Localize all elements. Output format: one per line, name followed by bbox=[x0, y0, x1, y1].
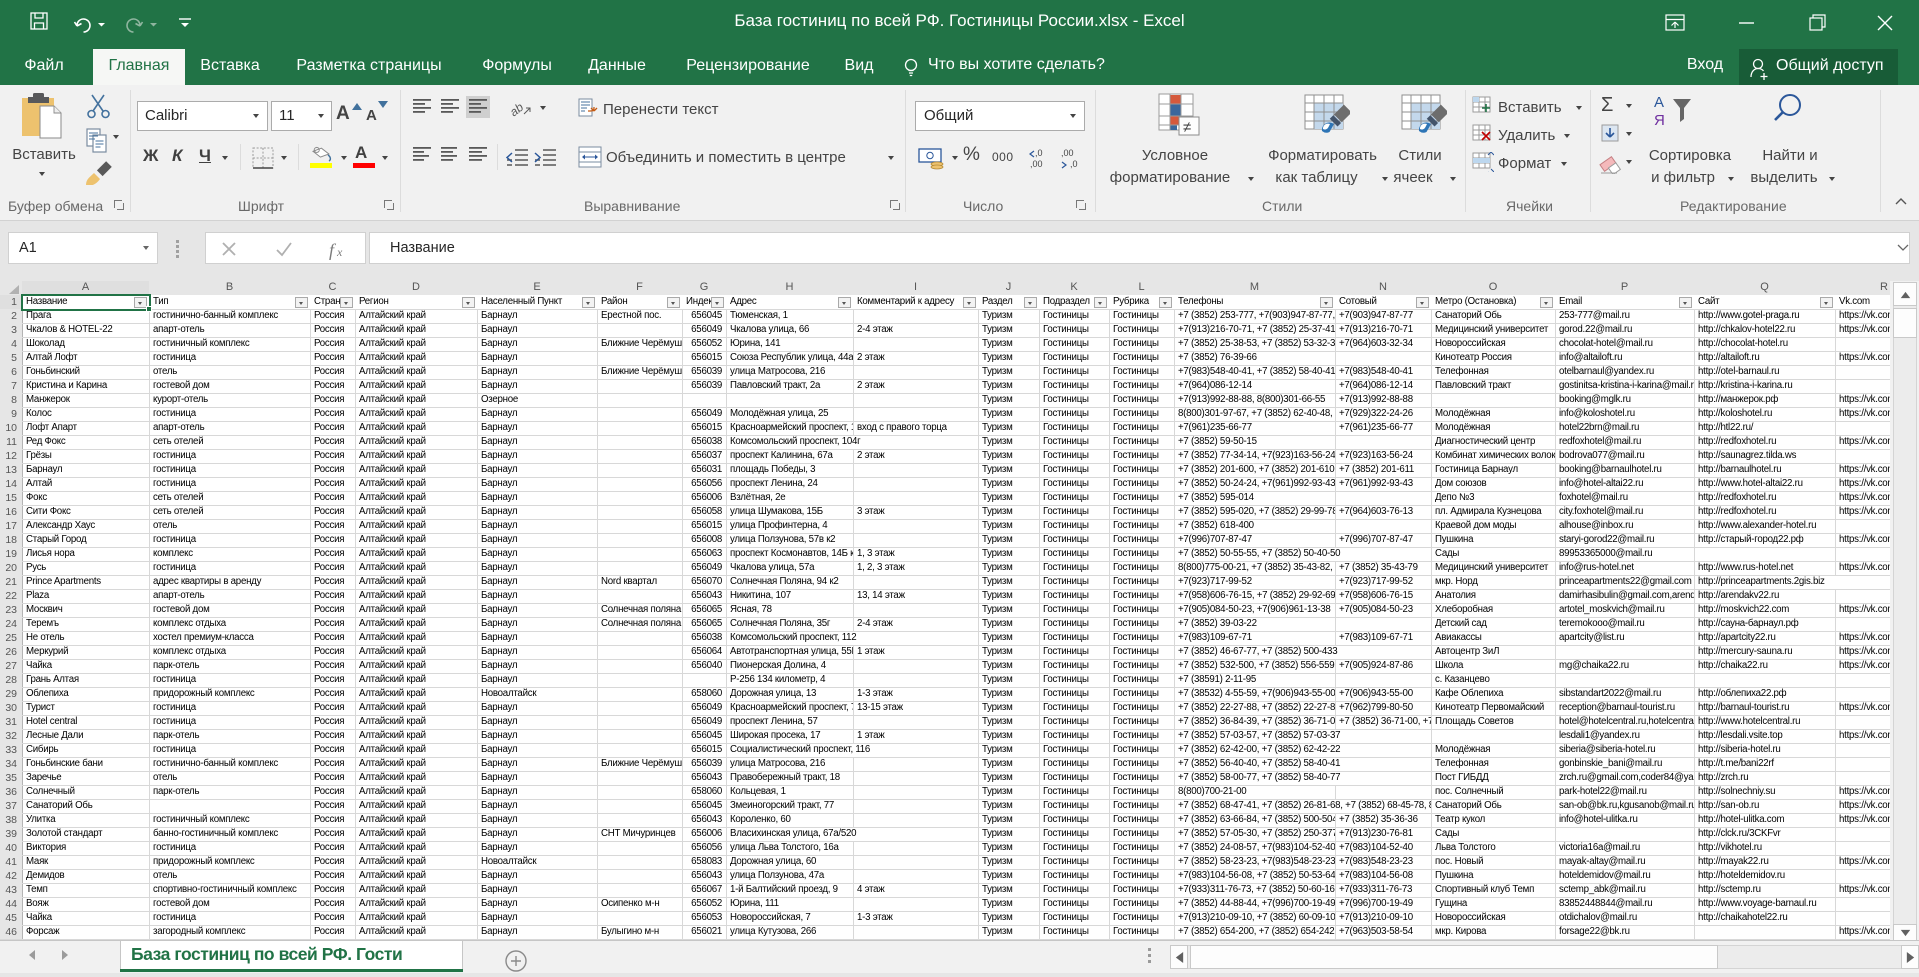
svg-text:Я: Я bbox=[1654, 112, 1665, 129]
svg-text:А: А bbox=[1654, 94, 1664, 111]
svg-text:,00: ,00 bbox=[1030, 159, 1043, 169]
svg-text:,00: ,00 bbox=[1061, 148, 1074, 158]
svg-text:≠: ≠ bbox=[1183, 119, 1191, 136]
svg-text:f: f bbox=[329, 240, 337, 260]
svg-text:x: x bbox=[336, 245, 343, 259]
svg-text:,0: ,0 bbox=[1035, 148, 1043, 158]
svg-text:ab: ab bbox=[508, 100, 526, 119]
svg-text:,0: ,0 bbox=[1070, 159, 1078, 169]
